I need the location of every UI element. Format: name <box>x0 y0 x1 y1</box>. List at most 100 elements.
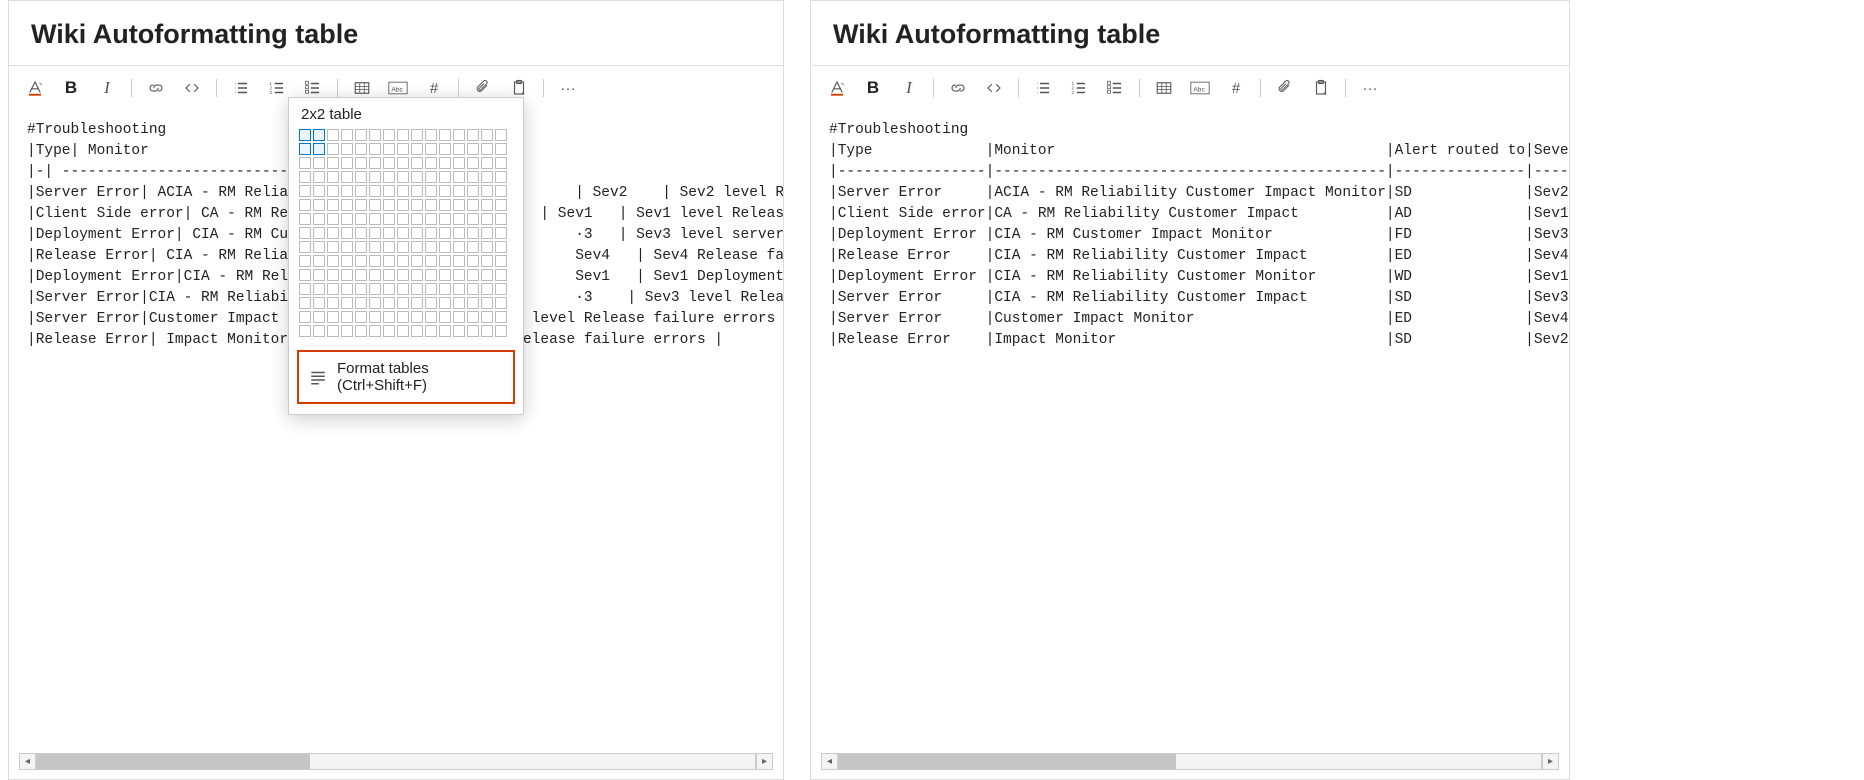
grid-cell[interactable] <box>355 227 367 239</box>
grid-cell[interactable] <box>355 297 367 309</box>
grid-cell[interactable] <box>425 129 437 141</box>
grid-cell[interactable] <box>299 129 311 141</box>
grid-cell[interactable] <box>495 241 507 253</box>
grid-cell[interactable] <box>411 311 423 323</box>
grid-cell[interactable] <box>397 311 409 323</box>
grid-cell[interactable] <box>369 255 381 267</box>
grid-cell[interactable] <box>327 143 339 155</box>
grid-cell[interactable] <box>453 129 465 141</box>
grid-cell[interactable] <box>369 325 381 337</box>
grid-cell[interactable] <box>397 269 409 281</box>
grid-cell[interactable] <box>383 143 395 155</box>
grid-cell[interactable] <box>411 227 423 239</box>
grid-cell[interactable] <box>299 227 311 239</box>
grid-cell[interactable] <box>495 185 507 197</box>
grid-cell[interactable] <box>453 185 465 197</box>
code-icon[interactable] <box>982 76 1006 100</box>
grid-cell[interactable] <box>439 157 451 169</box>
grid-cell[interactable] <box>299 157 311 169</box>
grid-cell[interactable] <box>299 213 311 225</box>
grid-cell[interactable] <box>299 199 311 211</box>
more-button[interactable]: ··· <box>1358 76 1382 100</box>
abc-icon[interactable]: Abc <box>1188 76 1212 100</box>
grid-cell[interactable] <box>495 171 507 183</box>
table-size-grid[interactable] <box>289 127 523 346</box>
grid-cell[interactable] <box>453 283 465 295</box>
grid-cell[interactable] <box>467 129 479 141</box>
grid-cell[interactable] <box>467 213 479 225</box>
grid-cell[interactable] <box>397 213 409 225</box>
grid-cell[interactable] <box>383 129 395 141</box>
grid-cell[interactable] <box>327 241 339 253</box>
grid-cell[interactable] <box>411 171 423 183</box>
grid-cell[interactable] <box>341 311 353 323</box>
grid-cell[interactable] <box>383 185 395 197</box>
grid-cell[interactable] <box>467 143 479 155</box>
grid-cell[interactable] <box>383 311 395 323</box>
grid-cell[interactable] <box>327 213 339 225</box>
grid-cell[interactable] <box>495 213 507 225</box>
grid-cell[interactable] <box>425 283 437 295</box>
grid-cell[interactable] <box>383 255 395 267</box>
grid-cell[interactable] <box>439 143 451 155</box>
grid-cell[interactable] <box>313 213 325 225</box>
grid-cell[interactable] <box>327 157 339 169</box>
scroll-right-arrow-icon[interactable]: ▸ <box>1542 753 1559 770</box>
grid-cell[interactable] <box>425 185 437 197</box>
grid-cell[interactable] <box>355 311 367 323</box>
grid-cell[interactable] <box>369 241 381 253</box>
grid-cell[interactable] <box>341 129 353 141</box>
grid-cell[interactable] <box>383 227 395 239</box>
grid-cell[interactable] <box>369 213 381 225</box>
paste-icon[interactable] <box>1309 76 1333 100</box>
table-icon[interactable] <box>1152 76 1176 100</box>
scroll-thumb[interactable] <box>37 754 310 769</box>
grid-cell[interactable] <box>397 171 409 183</box>
grid-cell[interactable] <box>397 241 409 253</box>
grid-cell[interactable] <box>495 269 507 281</box>
grid-cell[interactable] <box>397 227 409 239</box>
grid-cell[interactable] <box>425 171 437 183</box>
grid-cell[interactable] <box>341 185 353 197</box>
grid-cell[interactable] <box>481 129 493 141</box>
grid-cell[interactable] <box>383 325 395 337</box>
grid-cell[interactable] <box>355 241 367 253</box>
grid-cell[interactable] <box>425 143 437 155</box>
grid-cell[interactable] <box>327 129 339 141</box>
grid-cell[interactable] <box>341 143 353 155</box>
checklist-icon[interactable] <box>1103 76 1127 100</box>
grid-cell[interactable] <box>327 325 339 337</box>
grid-cell[interactable] <box>313 241 325 253</box>
grid-cell[interactable] <box>299 255 311 267</box>
grid-cell[interactable] <box>313 255 325 267</box>
grid-cell[interactable] <box>355 171 367 183</box>
grid-cell[interactable] <box>397 325 409 337</box>
grid-cell[interactable] <box>341 297 353 309</box>
link-icon[interactable] <box>946 76 970 100</box>
grid-cell[interactable] <box>439 283 451 295</box>
grid-cell[interactable] <box>341 157 353 169</box>
grid-cell[interactable] <box>439 213 451 225</box>
grid-cell[interactable] <box>313 143 325 155</box>
grid-cell[interactable] <box>467 171 479 183</box>
grid-cell[interactable] <box>439 185 451 197</box>
grid-cell[interactable] <box>411 241 423 253</box>
grid-cell[interactable] <box>327 185 339 197</box>
grid-cell[interactable] <box>495 311 507 323</box>
grid-cell[interactable] <box>299 185 311 197</box>
grid-cell[interactable] <box>327 199 339 211</box>
numbered-list-icon[interactable]: 123 <box>265 76 289 100</box>
scroll-left-arrow-icon[interactable]: ◂ <box>19 753 36 770</box>
grid-cell[interactable] <box>299 297 311 309</box>
grid-cell[interactable] <box>327 171 339 183</box>
grid-cell[interactable] <box>313 269 325 281</box>
grid-cell[interactable] <box>369 311 381 323</box>
grid-cell[interactable] <box>411 185 423 197</box>
grid-cell[interactable] <box>355 269 367 281</box>
grid-cell[interactable] <box>313 199 325 211</box>
grid-cell[interactable] <box>327 269 339 281</box>
grid-cell[interactable] <box>383 283 395 295</box>
grid-cell[interactable] <box>453 311 465 323</box>
grid-cell[interactable] <box>439 171 451 183</box>
grid-cell[interactable] <box>439 199 451 211</box>
